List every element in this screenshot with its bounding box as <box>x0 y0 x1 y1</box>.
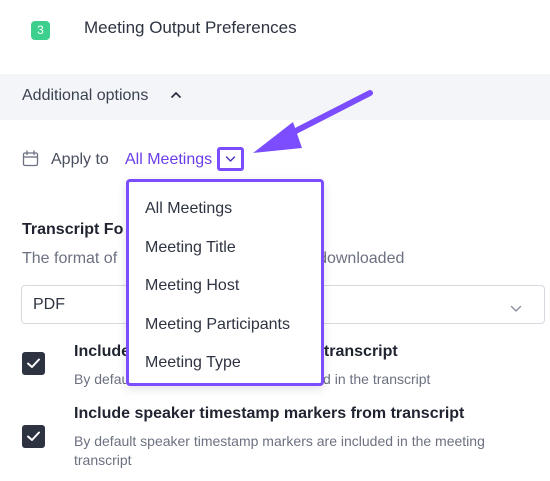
dropdown-option-meeting-participants[interactable]: Meeting Participants <box>129 308 321 347</box>
chevron-up-icon <box>170 88 182 106</box>
step-number-badge: 3 <box>31 21 50 40</box>
apply-to-dropdown-toggle[interactable] <box>217 147 244 171</box>
dropdown-option-all-meetings[interactable]: All Meetings <box>129 192 321 231</box>
option-desc-1-start: By defau <box>74 371 130 387</box>
option-title-1-start: Include <box>74 343 131 360</box>
transcript-format-title: Transcript Fo <box>22 221 124 238</box>
option-desc-2: By default speaker timestamp markers are… <box>74 433 485 468</box>
additional-options-label: Additional options <box>22 87 149 104</box>
option-title-2: Include speaker timestamp markers from t… <box>74 405 465 422</box>
apply-to-value[interactable]: All Meetings <box>125 151 212 169</box>
apply-to-dropdown-menu: All Meetings Meeting Title Meeting Host … <box>126 179 324 386</box>
option-title-1-end: transcript <box>323 343 398 360</box>
option-checkbox-1[interactable] <box>22 352 45 375</box>
transcript-format-desc-start: The format of <box>22 250 118 267</box>
step-title: Meeting Output Preferences <box>84 18 297 37</box>
calendar-icon <box>22 150 39 172</box>
transcript-format-select-value: PDF <box>33 296 65 313</box>
dropdown-option-meeting-title[interactable]: Meeting Title <box>129 231 321 270</box>
transcript-format-desc-end: downloaded <box>318 250 405 267</box>
dropdown-option-meeting-type[interactable]: Meeting Type <box>129 346 321 385</box>
checkmark-icon <box>27 358 40 368</box>
additional-options-toggle[interactable]: Additional options <box>0 74 550 120</box>
dropdown-option-meeting-host[interactable]: Meeting Host <box>129 269 321 308</box>
chevron-down-icon <box>510 300 522 318</box>
apply-to-row: Apply to All Meetings <box>22 147 262 173</box>
step-header: 3 Meeting Output Preferences <box>0 0 550 74</box>
checkmark-icon <box>27 431 40 441</box>
apply-to-label: Apply to <box>51 151 109 168</box>
option-checkbox-2[interactable] <box>22 425 45 448</box>
chevron-down-icon <box>225 156 236 162</box>
option-desc-1-end: d in the transcript <box>323 371 431 387</box>
